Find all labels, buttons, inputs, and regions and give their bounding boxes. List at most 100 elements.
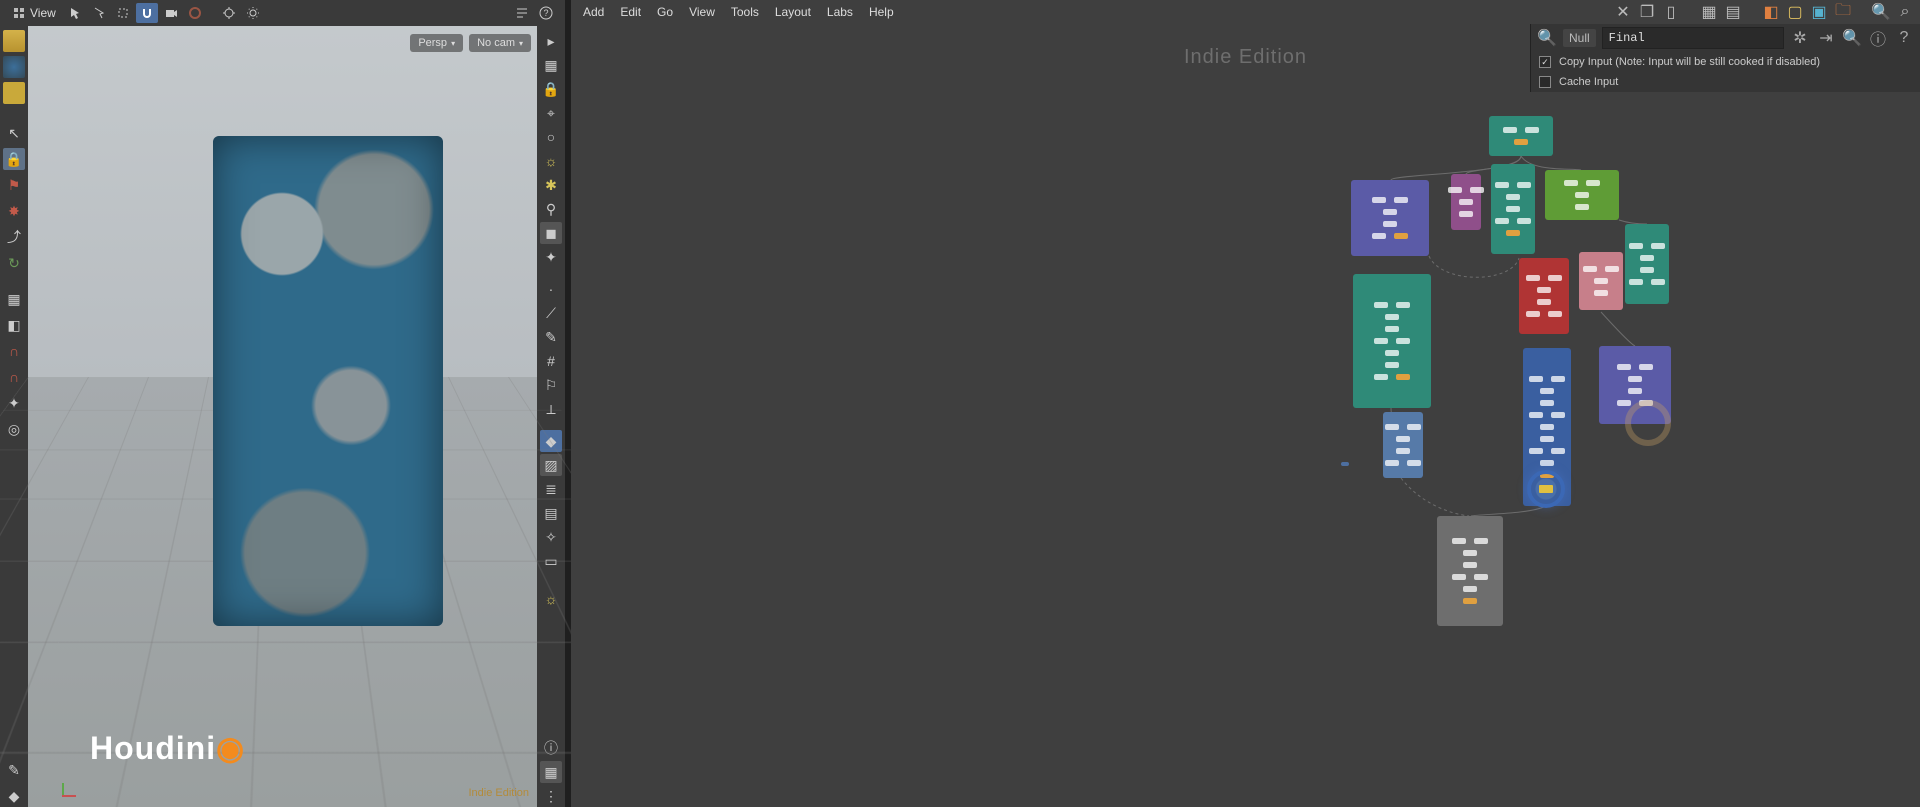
operator-name-field[interactable] (1602, 27, 1784, 49)
op-find-icon[interactable]: 🔍 (1537, 28, 1557, 48)
shelf-tag-icon[interactable] (3, 82, 25, 104)
persp-dropdown[interactable]: Persp ▾ (410, 34, 463, 52)
rshelf-quad-icon[interactable]: ▦ (540, 54, 562, 76)
shelf-lock-icon[interactable]: 🔒 (3, 148, 25, 170)
select-tool[interactable] (64, 3, 86, 23)
param-copy-input[interactable]: Copy Input (Note: Input will be still co… (1531, 52, 1920, 72)
camera-icon[interactable] (160, 3, 182, 23)
shelf-texture-icon[interactable]: ▦ (3, 288, 25, 310)
shelf-magnet-icon[interactable]: ∩ (3, 340, 25, 362)
rshelf-num-icon[interactable]: # (540, 350, 562, 372)
copy-input-label: Copy Input (Note: Input will be still co… (1559, 56, 1820, 68)
rshelf-bulb-icon[interactable]: ☼ (540, 150, 562, 172)
logo-text: Houdini (90, 730, 216, 766)
param-gear-icon[interactable]: ✲ (1790, 28, 1810, 48)
subnet-box[interactable] (1437, 516, 1503, 626)
shelf-pointer-icon[interactable]: ↖ (3, 122, 25, 144)
copy-input-checkbox[interactable] (1539, 56, 1551, 68)
viewport-3d[interactable]: Persp ▾ No cam ▾ Houdini◉ Indie Edition (28, 26, 537, 807)
mesh-preview (213, 136, 443, 626)
rshelf-pen-icon[interactable]: ✎ (540, 326, 562, 348)
rshelf-pin-icon[interactable]: ⚲ (540, 198, 562, 220)
shelf-person-icon[interactable]: ⚑ (3, 174, 25, 196)
chevron-down-icon: ▾ (519, 39, 523, 48)
subnet-box[interactable] (1451, 174, 1481, 230)
folder-icon[interactable]: 🗀 (1832, 2, 1854, 22)
loose-node[interactable] (1341, 462, 1349, 466)
doc-icon[interactable]: ▯ (1660, 2, 1682, 22)
subnet-box[interactable] (1579, 252, 1623, 310)
menu-view[interactable]: View (681, 3, 723, 21)
image-icon[interactable]: ▣ (1808, 2, 1830, 22)
record-icon[interactable] (184, 3, 206, 23)
menu-labs[interactable]: Labs (819, 3, 861, 21)
subnet-box[interactable] (1545, 170, 1619, 220)
gridview-icon[interactable]: ▦ (1698, 2, 1720, 22)
logo-swirl-icon: ◉ (216, 730, 245, 766)
subnet-box[interactable] (1353, 274, 1431, 408)
lasso-tool[interactable] (88, 3, 110, 23)
rshelf-arrow-icon[interactable]: ▸ (540, 30, 562, 52)
display-flag-ring[interactable] (1527, 470, 1565, 508)
camera-dropdown[interactable]: No cam ▾ (469, 34, 531, 52)
rshelf-sphere-icon[interactable]: ○ (540, 126, 562, 148)
param-cache-input[interactable]: Cache Input (1531, 72, 1920, 92)
template-flag-ring (1625, 400, 1671, 446)
network-toolbar-right: ✕ ❐ ▯ ▦ ▤ ◧ ▢ ▣ 🗀 🔍 ⌕ (1612, 2, 1916, 22)
menu-add[interactable]: Add (575, 3, 612, 21)
cache-input-checkbox[interactable] (1539, 76, 1551, 88)
copy-icon[interactable]: ❐ (1636, 2, 1658, 22)
rshelf-sun-icon[interactable]: ✱ (540, 174, 562, 196)
find-ops-icon[interactable]: ⌕ (1894, 2, 1916, 22)
rshelf-target-icon[interactable]: ⌖ (540, 102, 562, 124)
param-jump-icon[interactable]: ⇥ (1816, 28, 1836, 48)
subnet-box[interactable] (1491, 164, 1535, 254)
search-icon[interactable]: 🔍 (1870, 2, 1892, 22)
palette-icon[interactable]: ◧ (1760, 2, 1782, 22)
viewport-panel: View ? ↖ (0, 0, 565, 807)
rshelf-cube-icon[interactable]: ◼ (540, 222, 562, 244)
shelf-light-icon[interactable]: ✸ (3, 200, 25, 222)
menu-edit[interactable]: Edit (612, 3, 649, 21)
subnet-box[interactable] (1383, 412, 1423, 478)
operator-type-label: Null (1563, 29, 1596, 47)
rshelf-dot-icon[interactable]: · (540, 278, 562, 300)
cache-input-label: Cache Input (1559, 76, 1618, 88)
param-info-icon[interactable]: ⓘ (1868, 28, 1888, 48)
rshelf-line-icon[interactable]: ⟋ (540, 302, 562, 324)
menu-go[interactable]: Go (649, 3, 681, 21)
subnet-box[interactable] (1351, 180, 1429, 256)
shelf-shader-icon[interactable] (3, 56, 25, 78)
shelf-create-icon[interactable] (3, 30, 25, 52)
param-search-icon[interactable]: 🔍 (1842, 28, 1862, 48)
menu-layout[interactable]: Layout (767, 3, 819, 21)
svg-text:?: ? (543, 8, 548, 18)
box-select-tool[interactable] (112, 3, 134, 23)
chevron-down-icon: ▾ (451, 39, 455, 48)
shelf-clip-icon[interactable]: ◧ (3, 314, 25, 336)
param-help-icon[interactable]: ? (1894, 28, 1914, 48)
snapping-toggle[interactable] (136, 3, 158, 23)
render-icon[interactable] (218, 3, 240, 23)
sticky-icon[interactable]: ▢ (1784, 2, 1806, 22)
edition-watermark: Indie Edition (468, 787, 529, 799)
rshelf-axis-icon[interactable]: ✦ (540, 246, 562, 268)
rshelf-lock-icon[interactable]: 🔒 (540, 78, 562, 100)
operator-type-text: Null (1569, 31, 1590, 45)
network-view[interactable]: Indie Edition Geometry (571, 24, 1920, 807)
menu-help[interactable]: Help (861, 3, 902, 21)
wrench-icon[interactable]: ✕ (1612, 2, 1634, 22)
houdini-logo: Houdini◉ (90, 729, 245, 767)
subnet-box[interactable] (1489, 116, 1553, 156)
layout-options-icon[interactable] (511, 3, 533, 23)
shelf-tree-icon[interactable]: ⤴ (3, 226, 25, 248)
subnet-box[interactable] (1519, 258, 1569, 334)
shelf-reload-icon[interactable]: ↻ (3, 252, 25, 274)
gear-icon[interactable] (242, 3, 264, 23)
subnet-box[interactable] (1625, 224, 1669, 304)
network-panel: AddEditGoViewToolsLayoutLabsHelp ✕ ❐ ▯ ▦… (571, 0, 1920, 807)
menu-tools[interactable]: Tools (723, 3, 767, 21)
listview-icon[interactable]: ▤ (1722, 2, 1744, 22)
help-icon[interactable]: ? (535, 3, 557, 23)
viewport-tab-view[interactable]: View (4, 2, 64, 24)
